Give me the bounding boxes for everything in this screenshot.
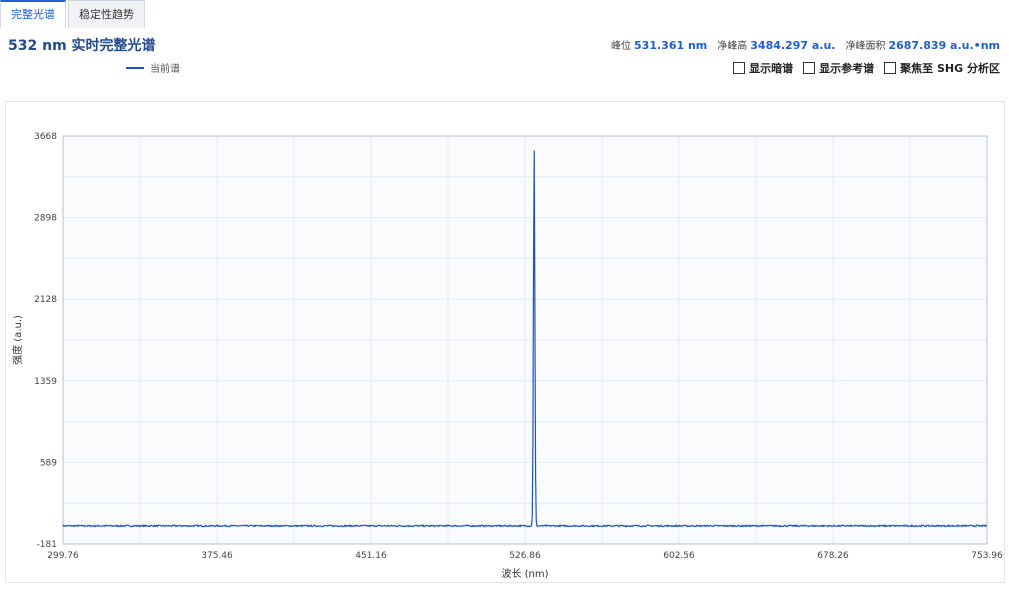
toggle-label: 显示参考谱 (819, 62, 875, 75)
metric-label: 净峰高 (717, 41, 748, 52)
peak-metrics: 峰位 531.361 nm 净峰高 3484.297 a.u. 净峰面积 2687.8… (601, 37, 1000, 52)
y-axis-label: 强度 (a.u.) (11, 315, 24, 365)
tab-full-spectrum[interactable]: 完整光谱 (0, 0, 66, 28)
tab-stability-trend[interactable]: 稳定性趋势 (68, 0, 145, 28)
chart-title: 532 nm 实时完整光谱 (8, 38, 156, 54)
tab-bar: 完整光谱 稳定性趋势 (0, 0, 147, 29)
x-tick-label: 299.76 (47, 551, 79, 561)
x-tick-label: 526.86 (509, 551, 541, 561)
toggle-focus-shg[interactable]: 聚焦至 SHG 分析区 (884, 60, 1000, 76)
checkbox-icon[interactable] (733, 62, 746, 74)
y-tick-label: 3668 (34, 132, 57, 142)
y-tick-label: 2898 (34, 214, 57, 224)
x-tick-label: 451.16 (355, 551, 387, 561)
metric-peak-position: 峰位 531.361 nm (611, 37, 707, 52)
x-tick-label: 375.46 (201, 551, 233, 561)
legend-line-icon (126, 66, 144, 69)
metric-value: 2687.839 a.u.•nm (888, 39, 1000, 52)
metric-net-peak-height: 净峰高 3484.297 a.u. (717, 37, 835, 52)
toggle-label: 显示暗谱 (749, 62, 794, 75)
chart-panel: 299.76 375.46 451.16 526.86 602.56 678.26 753.… (5, 101, 1005, 583)
x-tick-label: 602.56 (663, 551, 695, 561)
toggle-label: 聚焦至 SHG 分析区 (900, 62, 1000, 75)
metric-label: 净峰面积 (845, 41, 886, 52)
checkbox-icon[interactable] (803, 62, 816, 74)
x-tick-label: 678.26 (817, 551, 849, 561)
checkbox-icon[interactable] (884, 62, 897, 74)
x-tick-label: 753.96 (971, 551, 1003, 561)
display-toggles: 显示暗谱 显示参考谱 聚焦至 SHG 分析区 (723, 60, 1000, 76)
y-tick-label: 2128 (34, 295, 57, 305)
spectrum-chart: 299.76 375.46 451.16 526.86 602.56 678.26 753.… (11, 132, 1003, 580)
legend-label: 当前谱 (150, 64, 180, 75)
y-tick-label: 589 (40, 458, 57, 468)
metric-value: 3484.297 a.u. (750, 39, 836, 52)
chart-legend: 当前谱 (126, 60, 180, 75)
toggle-reference-spectrum[interactable]: 显示参考谱 (803, 60, 874, 76)
metric-label: 峰位 (611, 41, 632, 52)
y-tick-label: -181 (37, 540, 57, 550)
x-axis-label: 波长 (nm) (501, 567, 548, 580)
metric-net-peak-area: 净峰面积 2687.839 a.u.•nm (845, 37, 1000, 52)
metric-value: 531.361 nm (634, 39, 708, 52)
y-tick-label: 1359 (34, 377, 57, 387)
toggle-dark-spectrum[interactable]: 显示暗谱 (733, 60, 793, 76)
